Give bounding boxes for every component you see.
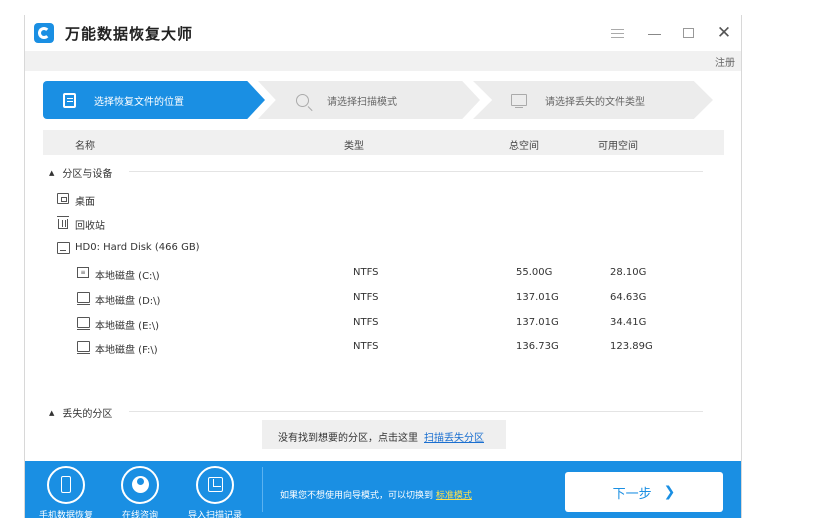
table-row[interactable]: 本地磁盘 (D:\) NTFS 137.01G 64.63G bbox=[25, 288, 741, 310]
lost-partition-hint: 没有找到想要的分区，点击这里 扫描丢失分区 bbox=[262, 420, 506, 449]
search-icon bbox=[296, 93, 309, 107]
close-icon: ✕ bbox=[716, 23, 732, 43]
button-label: 导入扫描记录 bbox=[187, 511, 242, 518]
step-select-location[interactable]: 选择恢复文件的位置 bbox=[43, 81, 265, 119]
divider bbox=[129, 171, 703, 172]
drive-name: 本地磁盘 (F:\) bbox=[95, 345, 158, 356]
mode-switch-hint: 如果您不想使用向导模式，可以切换到 标准模式 bbox=[280, 488, 472, 501]
drive-type: NTFS bbox=[353, 317, 379, 328]
menu-button[interactable] bbox=[605, 21, 629, 45]
register-link[interactable]: 注册 bbox=[715, 54, 735, 69]
drive-icon bbox=[77, 292, 90, 305]
next-label: 下一步 bbox=[612, 486, 652, 502]
column-free[interactable]: 可用空间 bbox=[598, 137, 638, 152]
step-label: 选择恢复文件的位置 bbox=[94, 96, 184, 108]
button-label: 在线咨询 bbox=[121, 511, 158, 518]
hard-disk-icon bbox=[57, 242, 70, 254]
drive-icon bbox=[77, 341, 90, 354]
maximize-button[interactable] bbox=[676, 21, 700, 45]
table-row[interactable]: 本地磁盘 (F:\) NTFS 136.73G 123.89G bbox=[25, 337, 741, 359]
group-lost-partitions[interactable]: ▲ 丢失的分区 bbox=[49, 405, 703, 420]
step-label: 请选择扫描模式 bbox=[327, 96, 397, 108]
wizard-steps: 选择恢复文件的位置 请选择扫描模式 请选择丢失的文件类型 bbox=[43, 81, 713, 119]
hint-text: 没有找到想要的分区，点击这里 bbox=[278, 433, 418, 444]
desktop-icon bbox=[57, 193, 69, 204]
minimize-icon bbox=[647, 33, 661, 35]
app-window: 万能数据恢复大师 ✕ 注册 选择恢复文件的位置 请选择扫描模式 请选择丢失的文件… bbox=[24, 15, 742, 518]
scan-lost-partition-link[interactable]: 扫描丢失分区 bbox=[424, 429, 484, 444]
title-bar: 万能数据恢复大师 ✕ bbox=[25, 15, 741, 51]
drive-icon bbox=[77, 317, 90, 330]
column-name[interactable]: 名称 bbox=[75, 137, 95, 152]
app-title: 万能数据恢复大师 bbox=[65, 25, 194, 43]
item-label: 回收站 bbox=[75, 221, 105, 232]
group-label: 分区与设备 bbox=[62, 169, 113, 180]
button-label: 手机数据恢复 bbox=[38, 511, 93, 518]
drive-type: NTFS bbox=[353, 292, 379, 303]
list-item-recycle-bin[interactable]: 回收站 bbox=[25, 213, 741, 235]
next-button[interactable]: 下一步 ❯ bbox=[565, 472, 723, 512]
table-header: 名称 类型 总空间 可用空间 bbox=[43, 130, 724, 155]
step-scan-mode[interactable]: 请选择扫描模式 bbox=[258, 81, 480, 119]
collapse-arrow-icon[interactable]: ▲ bbox=[49, 169, 54, 177]
column-type[interactable]: 类型 bbox=[344, 137, 364, 152]
phone-recovery-button[interactable]: 手机数据恢复 bbox=[31, 465, 101, 518]
divider bbox=[262, 467, 263, 512]
import-icon bbox=[208, 477, 223, 492]
list-item-hard-disk[interactable]: HD0: Hard Disk (466 GB) bbox=[25, 238, 741, 260]
online-support-button[interactable]: 在线咨询 bbox=[105, 465, 175, 518]
standard-mode-link[interactable]: 标准模式 bbox=[436, 491, 472, 501]
drive-free: 64.63G bbox=[610, 292, 647, 303]
chevron-right-icon: ❯ bbox=[663, 484, 676, 500]
drive-free: 28.10G bbox=[610, 267, 647, 278]
item-label: 桌面 bbox=[75, 197, 95, 208]
mode-switch-text: 如果您不想使用向导模式，可以切换到 bbox=[280, 491, 434, 501]
drive-total: 55.00G bbox=[516, 267, 553, 278]
minimize-button[interactable] bbox=[642, 21, 666, 45]
list-item-desktop[interactable]: 桌面 bbox=[25, 189, 741, 211]
person-icon bbox=[132, 476, 149, 493]
step-file-type[interactable]: 请选择丢失的文件类型 bbox=[473, 81, 713, 119]
maximize-icon bbox=[682, 28, 694, 38]
phone-icon bbox=[61, 476, 71, 493]
drive-free: 123.89G bbox=[610, 341, 653, 352]
recycle-bin-icon bbox=[57, 216, 69, 229]
group-partitions[interactable]: ▲ 分区与设备 bbox=[49, 165, 703, 180]
drive-total: 137.01G bbox=[516, 292, 559, 303]
menu-icon bbox=[610, 28, 624, 38]
sub-bar: 注册 bbox=[25, 51, 741, 71]
drive-type: NTFS bbox=[353, 267, 379, 278]
drive-name: 本地磁盘 (D:\) bbox=[95, 296, 161, 307]
table-row[interactable]: 本地磁盘 (E:\) NTFS 137.01G 34.41G bbox=[25, 313, 741, 335]
table-row[interactable]: ≡ 本地磁盘 (C:\) NTFS 55.00G 28.10G bbox=[25, 263, 741, 285]
drive-type: NTFS bbox=[353, 341, 379, 352]
column-total[interactable]: 总空间 bbox=[509, 137, 539, 152]
group-label: 丢失的分区 bbox=[62, 409, 113, 420]
step-label: 请选择丢失的文件类型 bbox=[545, 96, 645, 108]
button-circle bbox=[47, 466, 85, 504]
drive-free: 34.41G bbox=[610, 317, 647, 328]
system-drive-icon: ≡ bbox=[77, 267, 89, 278]
item-label: HD0: Hard Disk (466 GB) bbox=[75, 242, 200, 253]
drive-total: 136.73G bbox=[516, 341, 559, 352]
drive-name: 本地磁盘 (E:\) bbox=[95, 321, 160, 332]
divider bbox=[129, 411, 703, 412]
close-button[interactable]: ✕ bbox=[712, 21, 736, 45]
button-circle bbox=[121, 466, 159, 504]
app-logo-icon bbox=[34, 23, 54, 43]
import-scan-record-button[interactable]: 导入扫描记录 bbox=[180, 465, 250, 518]
document-icon bbox=[63, 92, 76, 108]
footer-bar: 手机数据恢复 在线咨询 导入扫描记录 如果您不想使用向导模式，可以切换到 标准模… bbox=[25, 461, 741, 518]
monitor-icon bbox=[511, 94, 527, 108]
drive-total: 137.01G bbox=[516, 317, 559, 328]
button-circle bbox=[196, 466, 234, 504]
collapse-arrow-icon[interactable]: ▲ bbox=[49, 409, 54, 417]
drive-name: 本地磁盘 (C:\) bbox=[95, 271, 160, 282]
